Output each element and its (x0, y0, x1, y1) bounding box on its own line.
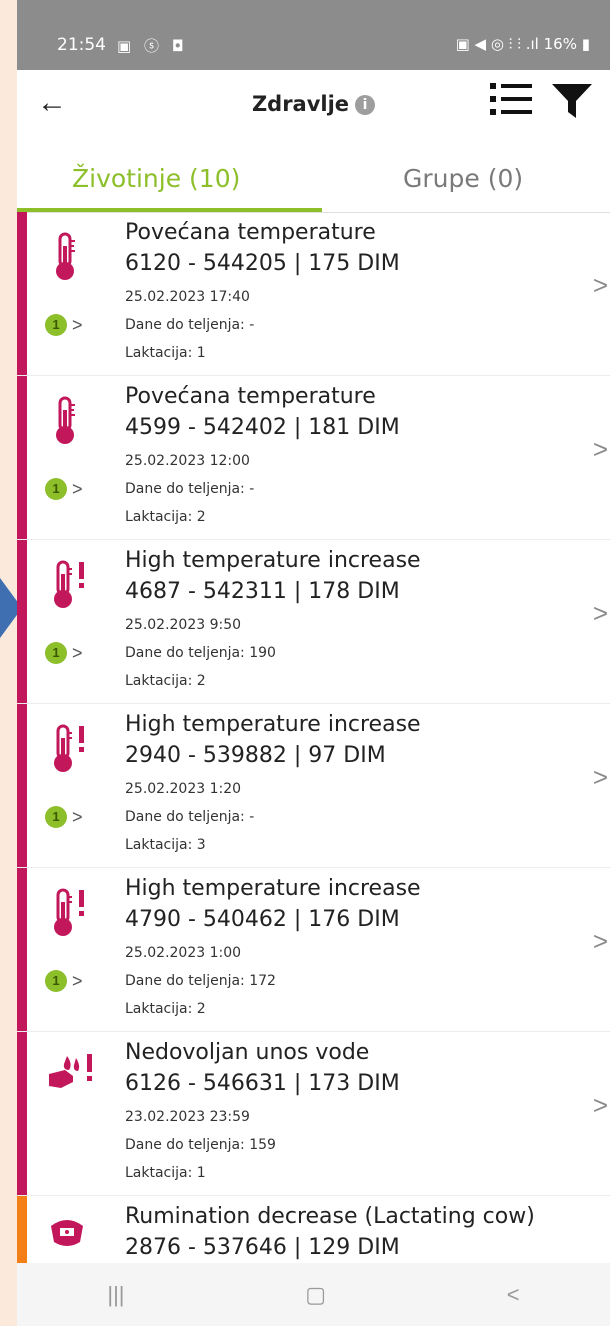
system-nav-bar: ||| ▢ < (17, 1263, 610, 1326)
lactation: Laktacija: 2 (125, 673, 206, 689)
severity-bar (17, 212, 27, 375)
thermometer-icon (47, 232, 91, 282)
chevron-right-icon: > (72, 806, 83, 827)
days-to-calving: Dane do teljenja: 159 (125, 1137, 276, 1153)
alert-date: 25.02.2023 9:50 (125, 617, 242, 633)
count-badge-group[interactable]: 1 > (45, 806, 83, 828)
alert-title: Rumination decrease (Lactating cow) (125, 1204, 535, 1229)
status-time: 21:54 (57, 35, 106, 55)
count-badge: 1 (45, 970, 67, 992)
chevron-right-icon: > (592, 762, 608, 792)
chevron-right-icon: > (592, 270, 608, 300)
severity-bar (17, 1032, 27, 1195)
alert-date: 25.02.2023 1:20 (125, 781, 242, 797)
alert-list: 1 > Povećana temperature 6120 - 544205 | 17… (17, 212, 610, 1263)
water-intake-alert-icon (47, 1052, 92, 1102)
count-badge: 1 (45, 314, 67, 336)
animal-id: 6126 - 546631 | 173 DIM (125, 1071, 400, 1096)
animal-id: 2940 - 539882 | 97 DIM (125, 743, 386, 768)
app-bar: ← Zdravlje i (17, 70, 610, 142)
alert-list-item[interactable]: 1 > Povećana temperature 4599 - 542402 | 18… (17, 376, 610, 540)
animal-id: 2876 - 537646 | 129 DIM (125, 1235, 400, 1260)
chevron-right-icon: > (72, 970, 83, 991)
days-to-calving: Dane do teljenja: 190 (125, 645, 276, 661)
list-view-icon[interactable] (490, 82, 532, 116)
notification-icons: ▣ ⓢ ◘ (117, 37, 188, 55)
severity-bar (17, 1196, 27, 1263)
alert-title: High temperature increase (125, 548, 421, 573)
alert-list-item[interactable]: 1 > High temperature increase 2940 - 539882… (17, 704, 610, 868)
alert-list-item[interactable]: 1 > High temperature increase 4790 - 540462… (17, 868, 610, 1032)
phone-screen: 21:54 ▣ ⓢ ◘ ▣ ◀ ◎ ⫶ ⫶ .ıl 16% ▮ ← Zdravl… (17, 0, 610, 1326)
status-bar: 21:54 ▣ ⓢ ◘ ▣ ◀ ◎ ⫶ ⫶ .ıl 16% ▮ (17, 0, 610, 70)
lactation: Laktacija: 3 (125, 837, 206, 853)
severity-bar (17, 376, 27, 539)
battery-level: 16% (543, 35, 577, 53)
days-to-calving: Dane do teljenja: - (125, 809, 255, 825)
animal-id: 4790 - 540462 | 176 DIM (125, 907, 400, 932)
severity-bar (17, 704, 27, 867)
count-badge-group[interactable]: 1 > (45, 970, 83, 992)
signal-icons: ▣ ◀ ◎ ⫶ ⫶ .ıl (455, 35, 539, 53)
alert-list-item[interactable]: 1 > Povećana temperature 6120 - 544205 | 17… (17, 212, 610, 376)
alert-list-item[interactable]: 1 > High temperature increase 4687 - 542311… (17, 540, 610, 704)
animal-id: 6120 - 544205 | 175 DIM (125, 251, 400, 276)
chevron-right-icon: > (72, 478, 83, 499)
animal-id: 4599 - 542402 | 181 DIM (125, 415, 400, 440)
tab-bar: Životinje (10) Grupe (0) (17, 142, 610, 213)
severity-bar (17, 540, 27, 703)
severity-bar (17, 868, 27, 1031)
thermometer-alert-icon (47, 560, 91, 610)
days-to-calving: Dane do teljenja: - (125, 317, 255, 333)
chevron-right-icon: > (592, 598, 608, 628)
lactation: Laktacija: 1 (125, 1165, 206, 1181)
tab-groups[interactable]: Grupe (0) (403, 164, 523, 193)
system-back-button[interactable]: < (507, 1282, 520, 1308)
count-badge-group[interactable]: 1 > (45, 478, 83, 500)
chevron-right-icon: > (72, 642, 83, 663)
alert-title: High temperature increase (125, 712, 421, 737)
alert-date: 25.02.2023 17:40 (125, 289, 250, 305)
home-button[interactable]: ▢ (305, 1282, 326, 1308)
alert-date: 23.02.2023 23:59 (125, 1109, 250, 1125)
alert-title: Nedovoljan unos vode (125, 1040, 370, 1065)
lactation: Laktacija: 2 (125, 509, 206, 525)
recents-button[interactable]: ||| (107, 1282, 124, 1308)
chevron-right-icon: > (592, 434, 608, 464)
page-title: Zdravlje (251, 92, 350, 116)
filter-icon[interactable] (552, 84, 592, 118)
alert-title: Povećana temperature (125, 384, 376, 409)
animal-id: 4687 - 542311 | 178 DIM (125, 579, 400, 604)
lactation: Laktacija: 2 (125, 1001, 206, 1017)
thermometer-alert-icon (47, 888, 91, 938)
chevron-right-icon: > (72, 314, 83, 335)
thermometer-alert-icon (47, 724, 91, 774)
alert-date: 25.02.2023 1:00 (125, 945, 242, 961)
alert-title: Povećana temperature (125, 220, 376, 245)
tab-animals[interactable]: Životinje (10) (72, 164, 240, 193)
alert-list-item[interactable]: Rumination decrease (Lactating cow) 2876 … (17, 1196, 610, 1263)
days-to-calving: Dane do teljenja: 172 (125, 973, 276, 989)
lactation: Laktacija: 1 (125, 345, 206, 361)
battery-icon: ▮ (581, 35, 590, 53)
rumination-icon (47, 1216, 91, 1263)
alert-list-item[interactable]: Nedovoljan unos vode 6126 - 546631 | 173 … (17, 1032, 610, 1196)
days-to-calving: Dane do teljenja: - (125, 481, 255, 497)
alert-date: 25.02.2023 12:00 (125, 453, 250, 469)
status-right-icons: ▣ ◀ ◎ ⫶ ⫶ .ıl 16% ▮ (456, 35, 590, 53)
count-badge: 1 (45, 478, 67, 500)
count-badge-group[interactable]: 1 > (45, 314, 83, 336)
count-badge: 1 (45, 806, 67, 828)
thermometer-icon (47, 396, 91, 446)
chevron-right-icon: > (592, 926, 608, 956)
info-icon[interactable]: i (355, 95, 376, 115)
chevron-right-icon: > (593, 1254, 608, 1263)
chevron-right-icon: > (592, 1090, 608, 1120)
count-badge-group[interactable]: 1 > (45, 642, 83, 664)
alert-title: High temperature increase (125, 876, 421, 901)
count-badge: 1 (45, 642, 67, 664)
